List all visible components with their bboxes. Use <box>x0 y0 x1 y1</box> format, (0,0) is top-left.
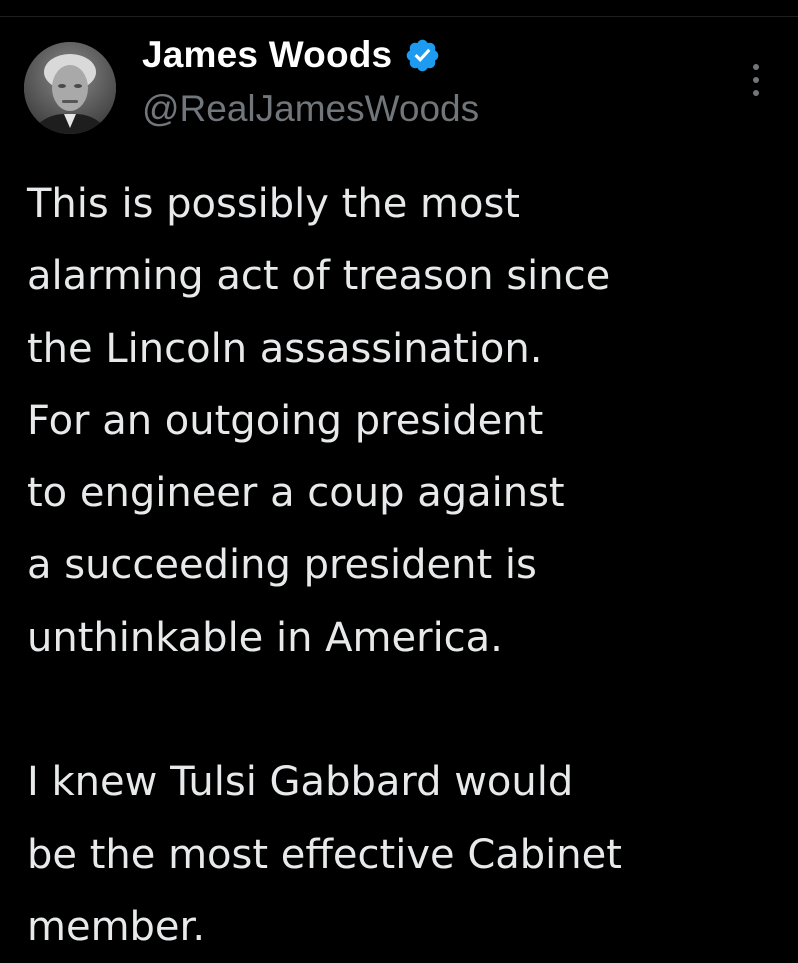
tweet-line: unthinkable in America. <box>27 614 503 661</box>
tweet-line: a succeeding president is <box>27 542 537 589</box>
tweet-line: the Lincoln assassination. <box>27 325 543 372</box>
author-display-name[interactable]: James Woods <box>142 34 392 76</box>
more-options-button[interactable] <box>742 60 770 100</box>
tweet-text: This is possibly the most alarming act o… <box>27 168 787 963</box>
tweet-line: member. <box>27 903 206 950</box>
author-name-row: James Woods <box>142 28 441 82</box>
tweet-line: I knew Tulsi Gabbard would <box>27 759 574 806</box>
verified-badge-icon[interactable] <box>404 37 441 74</box>
more-vertical-icon <box>753 64 759 70</box>
author-handle[interactable]: @RealJamesWoods <box>142 88 479 130</box>
profile-photo-icon <box>24 42 116 134</box>
tweet-line: alarming act of treason since <box>27 253 611 300</box>
avatar[interactable] <box>24 42 116 134</box>
tweet-line: This is possibly the most <box>27 181 520 227</box>
tweet-line: For an outgoing president <box>27 397 544 444</box>
more-vertical-icon-dot-3 <box>753 90 759 96</box>
tweet-line: to engineer a coup against <box>27 470 565 517</box>
top-divider <box>0 16 798 17</box>
more-vertical-icon-dot-2 <box>753 77 759 83</box>
tweet-line: be the most effective Cabinet <box>27 831 622 878</box>
